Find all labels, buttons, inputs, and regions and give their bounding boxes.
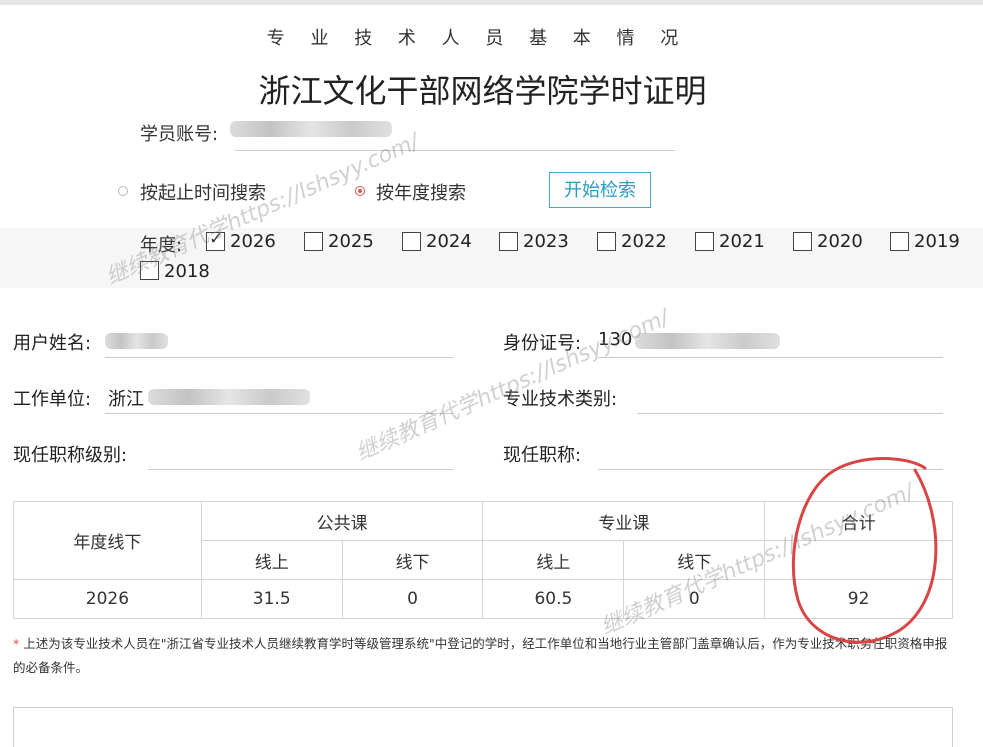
radio-range[interactable]: [118, 186, 128, 196]
public-online-header: 线上: [200, 540, 343, 580]
col-total-header: 合计: [764, 501, 953, 541]
page-title: 浙江文化干部网络学院学时证明: [258, 72, 707, 110]
year-checkbox[interactable]: [140, 261, 159, 280]
year-checkbox[interactable]: [206, 229, 225, 251]
name-field[interactable]: [105, 357, 453, 358]
year-checkbox-label[interactable]: 2018: [164, 261, 210, 282]
col-public-header: 公共课: [200, 501, 484, 541]
radio-range-label[interactable]: 按起止时间搜索: [140, 179, 266, 205]
year-checkbox[interactable]: [597, 232, 616, 251]
year-checkbox[interactable]: [793, 232, 812, 251]
account-value-redacted: [230, 121, 392, 137]
unit-field[interactable]: [105, 413, 453, 414]
row-total: 92: [764, 579, 953, 619]
radio-year[interactable]: [355, 186, 365, 196]
year-label: 年度:: [140, 235, 183, 256]
tech-type-field[interactable]: [637, 413, 943, 414]
unit-value-redacted: [148, 389, 310, 405]
row-major-offline: 0: [623, 579, 766, 619]
radio-year-label[interactable]: 按年度搜索: [376, 179, 466, 205]
name-label: 用户姓名:: [13, 333, 92, 354]
table-row: 2026 31.5 0 60.5 0 92: [13, 579, 953, 619]
year-checkbox-label[interactable]: 2022: [621, 231, 667, 252]
total-subheader: [764, 540, 953, 580]
footnote: * 上述为该专业技术人员在"浙江省专业技术人员继续教育学时等级管理系统"中登记的…: [13, 632, 958, 680]
unit-value-prefix: 浙江: [108, 389, 144, 410]
start-search-button[interactable]: 开始检索: [549, 172, 651, 208]
title-field[interactable]: [598, 469, 943, 470]
hours-table: 年度线下 公共课 专业课 合计 线上 线下 线上 线下 2026 31.5 0 …: [13, 501, 953, 619]
major-online-header: 线上: [482, 540, 625, 580]
year-checkbox[interactable]: [304, 232, 323, 251]
account-field[interactable]: [235, 150, 675, 151]
year-checkbox-label[interactable]: 2019: [914, 231, 960, 252]
id-value-prefix: 130: [598, 329, 633, 350]
title-level-field[interactable]: [148, 469, 453, 470]
id-value-redacted: [635, 333, 780, 349]
search-mode-row: 按起止时间搜索 按年度搜索 开始检索: [0, 172, 983, 208]
major-offline-header: 线下: [623, 540, 766, 580]
year-checkbox-label[interactable]: 2024: [426, 231, 472, 252]
footnote-text: 上述为该专业技术人员在"浙江省专业技术人员继续教育学时等级管理系统"中登记的学时…: [13, 636, 948, 675]
page-subtitle: 专 业 技 术 人 员 基 本 情 况: [266, 28, 689, 49]
public-offline-header: 线下: [341, 540, 484, 580]
id-field[interactable]: [598, 357, 943, 358]
row-year: 2026: [13, 579, 202, 619]
table-header-row: 年度线下 公共课 专业课 合计: [13, 501, 953, 580]
title-label: 现任职称:: [503, 445, 582, 466]
top-bar: [0, 0, 983, 5]
id-label: 身份证号:: [503, 333, 582, 354]
col-major-header: 专业课: [482, 501, 766, 541]
year-checkbox[interactable]: [499, 232, 518, 251]
tech-type-label: 专业技术类别:: [503, 389, 618, 410]
row-public-online: 31.5: [200, 579, 343, 619]
col-year-header: 年度线下: [13, 501, 202, 580]
year-checkbox[interactable]: [695, 232, 714, 251]
title-level-label: 现任职称级别:: [13, 445, 128, 466]
year-checkbox[interactable]: [402, 232, 421, 251]
row-public-offline: 0: [341, 579, 484, 619]
footnote-star: *: [13, 636, 20, 651]
row-major-online: 60.5: [482, 579, 625, 619]
year-checkbox-label[interactable]: 2020: [817, 231, 863, 252]
name-value-redacted: [105, 333, 168, 349]
unit-label: 工作单位:: [13, 389, 92, 410]
year-checkbox-label[interactable]: 2025: [328, 231, 374, 252]
year-checkbox[interactable]: [890, 232, 909, 251]
year-checkbox-label[interactable]: 2023: [523, 231, 569, 252]
bottom-panel: [13, 707, 953, 747]
year-checkbox-label[interactable]: 2026: [230, 231, 276, 252]
year-checkbox-label[interactable]: 2021: [719, 231, 765, 252]
account-label: 学员账号:: [140, 124, 219, 145]
